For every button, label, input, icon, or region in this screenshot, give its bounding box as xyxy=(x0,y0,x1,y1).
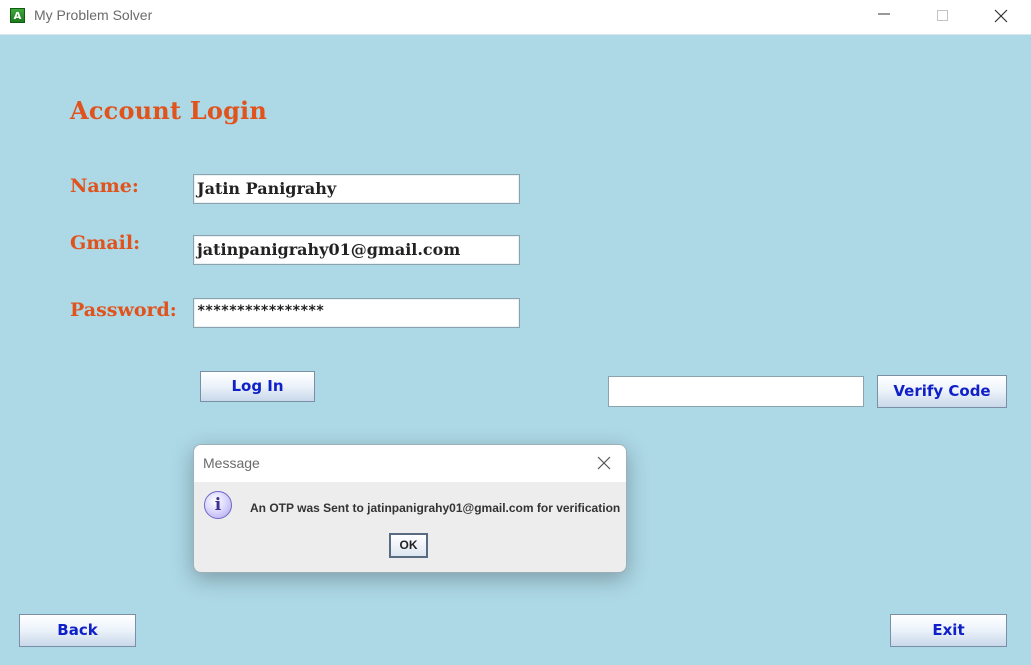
verification-code-field[interactable] xyxy=(608,376,864,407)
maximize-icon xyxy=(937,10,948,21)
exit-button[interactable]: Exit xyxy=(890,614,1007,647)
message-dialog: Message i An OTP was Sent to jatinpanigr… xyxy=(193,444,627,573)
maximize-button[interactable] xyxy=(919,0,965,32)
info-icon: i xyxy=(204,491,232,519)
login-button[interactable]: Log In xyxy=(200,371,315,402)
minimize-button[interactable] xyxy=(861,0,907,32)
dialog-title-bar: Message xyxy=(194,445,626,482)
dialog-close-button[interactable] xyxy=(596,455,612,471)
gmail-label: Gmail: xyxy=(70,232,141,254)
dialog-title: Message xyxy=(203,455,260,471)
page-title: Account Login xyxy=(70,96,268,125)
window-title-bar: A My Problem Solver xyxy=(0,0,1031,35)
window-title: My Problem Solver xyxy=(34,7,153,23)
app-icon: A xyxy=(10,8,25,23)
password-label: Password: xyxy=(70,299,177,321)
verify-code-button[interactable]: Verify Code xyxy=(877,375,1007,408)
dialog-message: An OTP was Sent to jatinpanigrahy01@gmai… xyxy=(250,501,621,515)
close-button[interactable] xyxy=(978,0,1024,32)
close-icon xyxy=(597,456,611,470)
back-button[interactable]: Back xyxy=(19,614,136,647)
gmail-field[interactable]: jatinpanigrahy01@gmail.com xyxy=(193,235,520,265)
password-field[interactable]: **************** xyxy=(193,298,520,328)
close-icon xyxy=(994,9,1008,23)
name-field[interactable]: Jatin Panigrahy xyxy=(193,174,520,204)
minimize-icon xyxy=(878,13,890,15)
ok-button[interactable]: OK xyxy=(389,533,428,558)
name-label: Name: xyxy=(70,175,139,197)
